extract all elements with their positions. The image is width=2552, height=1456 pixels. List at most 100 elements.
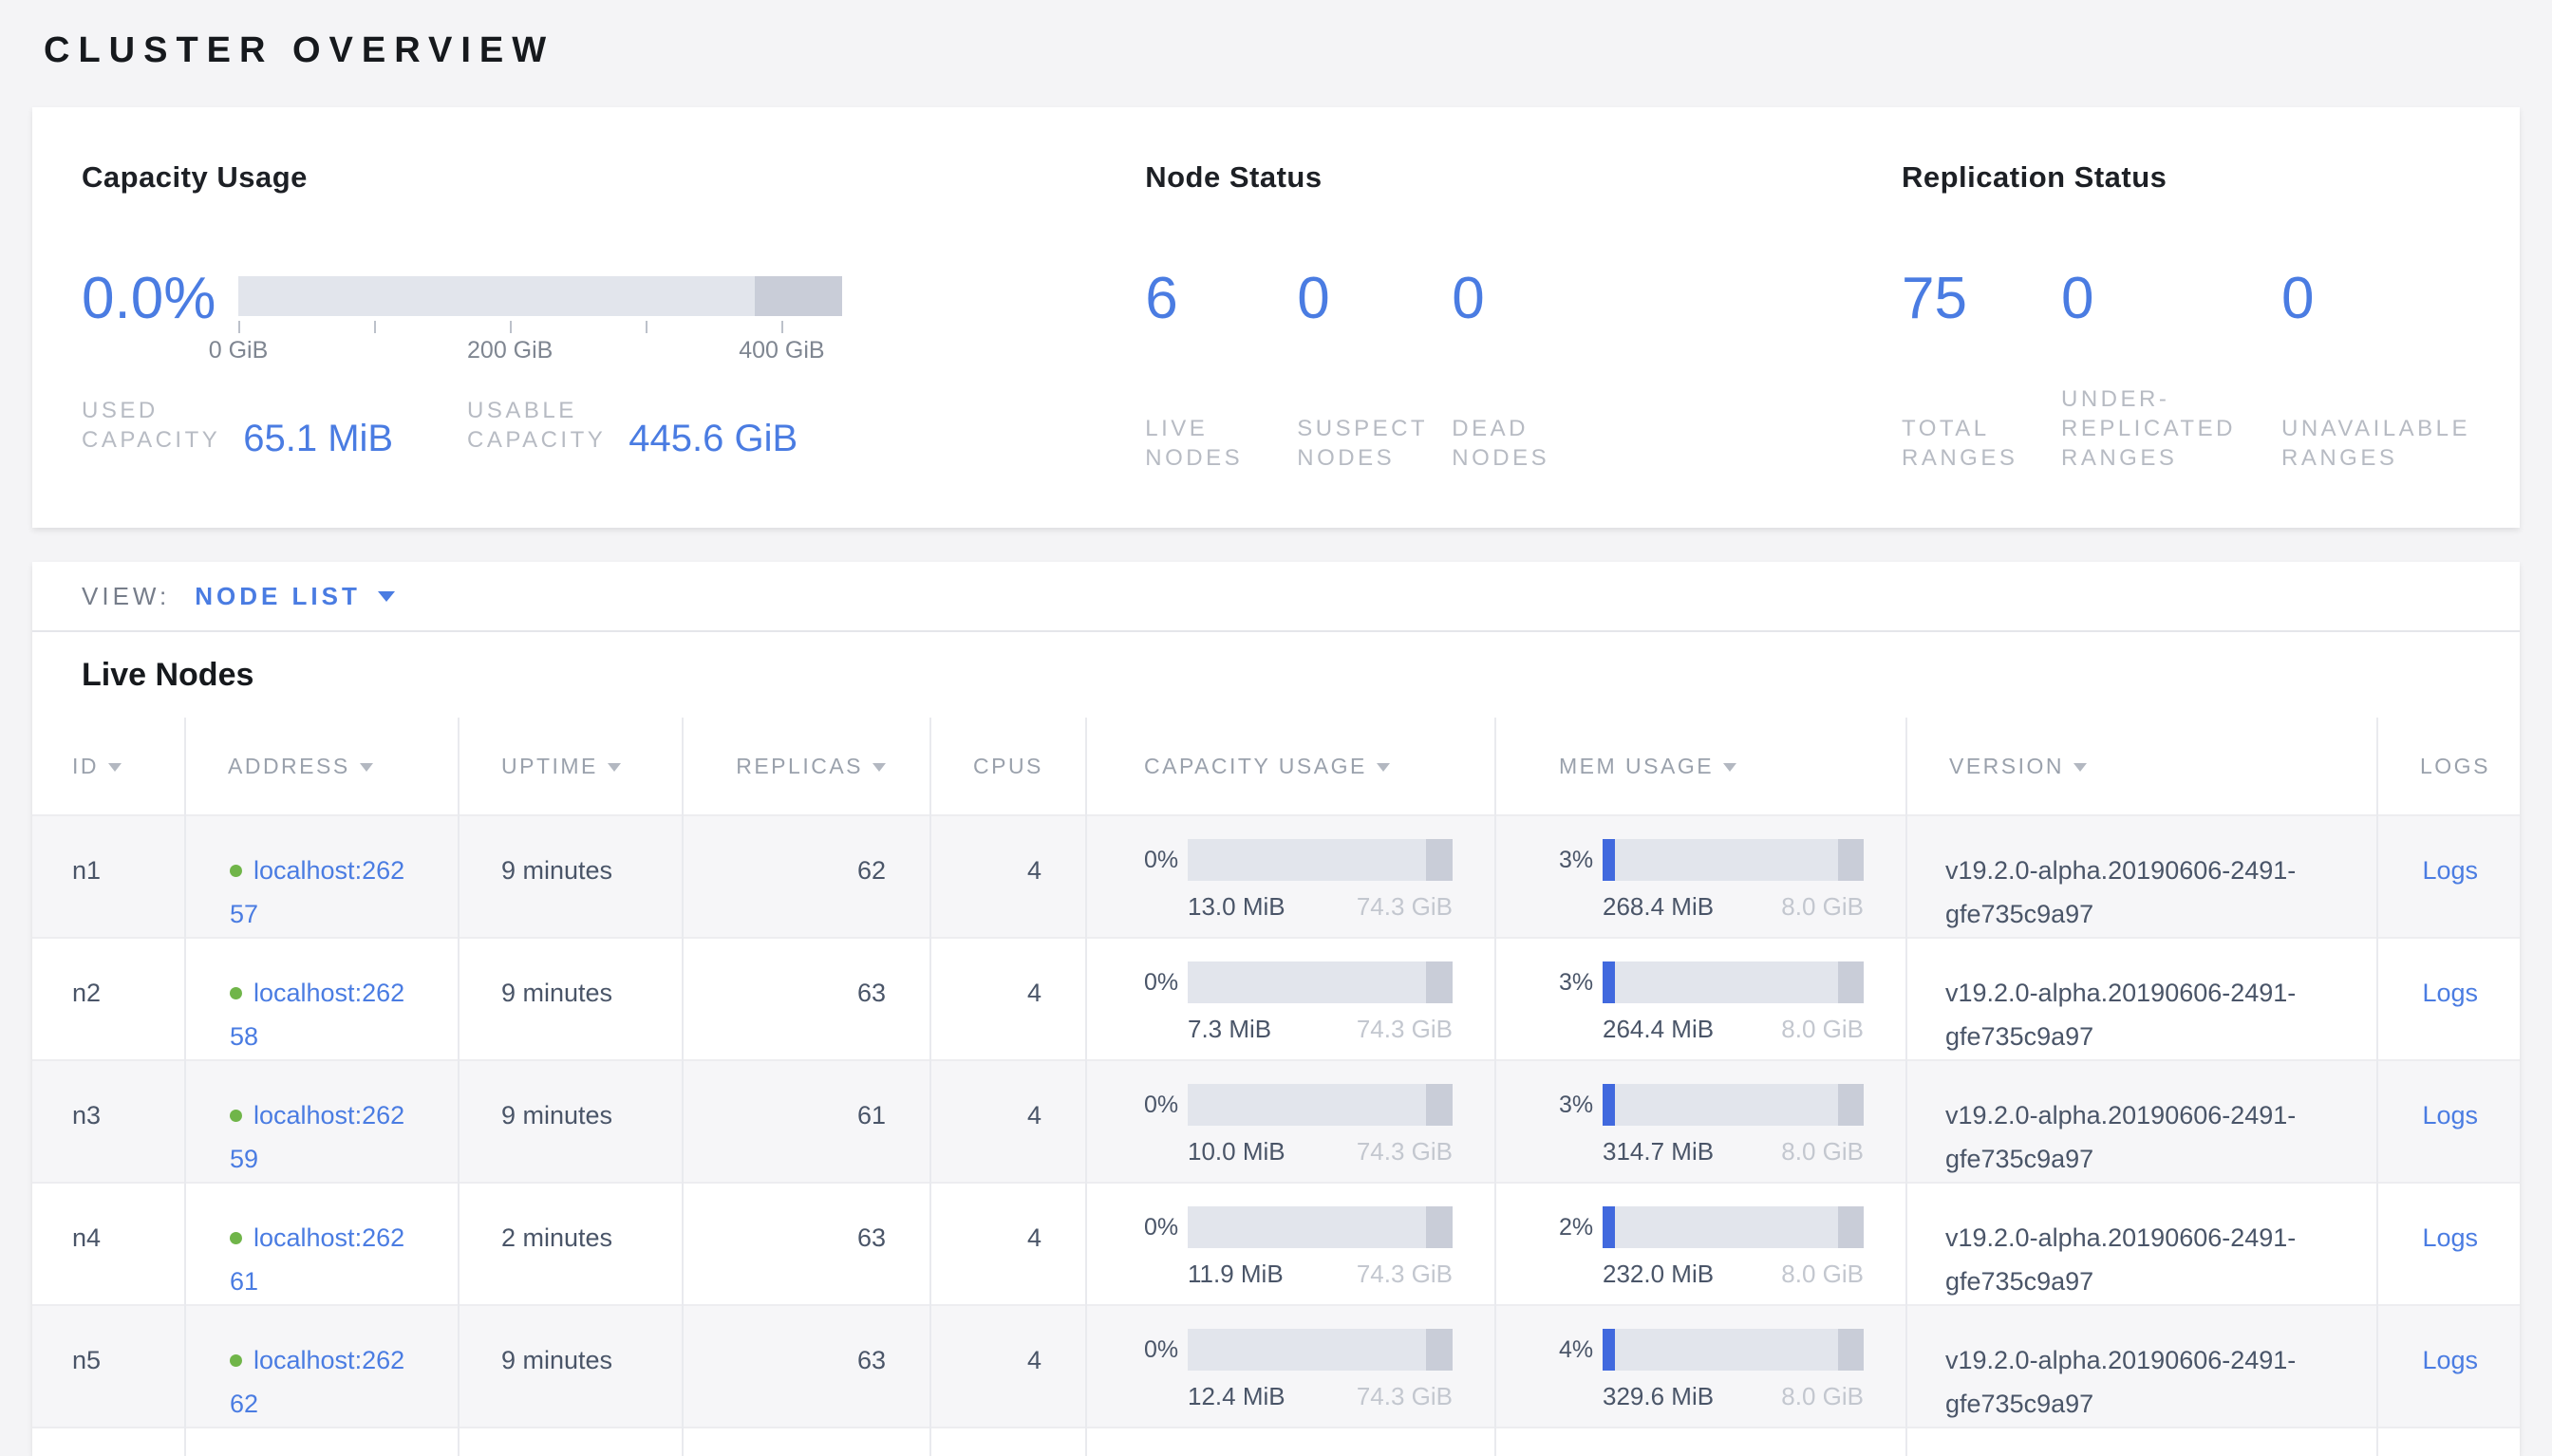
- used-capacity-label: USED CAPACITY: [82, 396, 220, 455]
- capacity-usage-cell: 0% 13.0 MiB74.3 GiB: [1086, 815, 1495, 938]
- mem-total-value: 8.0 GiB: [1781, 1013, 1864, 1045]
- partial-cell: [32, 1428, 185, 1456]
- node-version-cell: v19.2.0-alpha.20190606-2491- gfe735c9a97: [1906, 1060, 2377, 1183]
- mem-usage-cell: 3%268.4 MiB8.0 GiB: [1495, 815, 1906, 938]
- used-segment: [1603, 1084, 1615, 1126]
- live-status-icon: [230, 1110, 242, 1122]
- node-address-link[interactable]: localhost:262 61: [230, 1223, 404, 1296]
- under-replicated-ranges-stat: 0 UNDER- REPLICATED RANGES: [2061, 269, 2281, 473]
- node-id-cell: n5: [32, 1305, 185, 1428]
- mem-percent-label: 3%: [1559, 969, 1603, 997]
- capacity-usage-labels: 13.0 MiB74.3 GiB: [1188, 890, 1453, 923]
- capacity-percent-label: 0%: [1144, 1214, 1188, 1241]
- view-label: VIEW:: [82, 582, 170, 611]
- node-cpus-cell: 4: [930, 1060, 1086, 1183]
- column-header-mem-usage[interactable]: MEM USAGE: [1495, 718, 1906, 815]
- nodes-card: VIEW: NODE LIST Live Nodes ID ADDRESS UP…: [32, 562, 2520, 1456]
- node-replicas-cell: 63: [683, 1183, 930, 1305]
- column-header-version[interactable]: VERSION: [1906, 718, 2377, 815]
- usable-capacity-value: 445.6 GiB: [629, 422, 798, 455]
- node-address-link[interactable]: localhost:262 58: [230, 979, 404, 1051]
- capacity-used-value: 10.0 MiB: [1188, 1135, 1285, 1167]
- capacity-usage-labels: 10.0 MiB74.3 GiB: [1188, 1135, 1453, 1167]
- reserved-segment: [1838, 961, 1865, 1003]
- capacity-total-value: 74.3 GiB: [1357, 1380, 1453, 1412]
- capacity-usage-bar: [1188, 1329, 1453, 1371]
- column-header-address[interactable]: ADDRESS: [185, 718, 459, 815]
- capacity-usage-bar-row: 0%: [1144, 1329, 1453, 1371]
- usable-capacity-label: USABLE CAPACITY: [467, 396, 606, 455]
- reserved-segment: [1838, 1206, 1865, 1248]
- mem-usage-bar: [1603, 961, 1864, 1003]
- capacity-usage-bar-row: 0%: [1144, 839, 1453, 881]
- sort-caret-icon: [1377, 763, 1390, 772]
- node-logs-link[interactable]: Logs: [2422, 1101, 2478, 1129]
- column-header-replicas[interactable]: REPLICAS: [683, 718, 930, 815]
- under-replicated-ranges-value: 0: [2061, 269, 2281, 329]
- node-address: localhost:262 59: [230, 1101, 404, 1173]
- node-version-cell: v19.2.0-alpha.20190606-2491- gfe735c9a97: [1906, 815, 2377, 938]
- column-header-uptime[interactable]: UPTIME: [459, 718, 683, 815]
- dead-nodes-label: DEAD NODES: [1452, 414, 1549, 473]
- node-logs-link[interactable]: Logs: [2422, 856, 2478, 885]
- capacity-usage-section: Capacity Usage 0.0% 0 GiB200 GiB400 GiB …: [82, 153, 1145, 473]
- node-address-link[interactable]: localhost:262 62: [230, 1346, 404, 1418]
- view-selector[interactable]: NODE LIST: [195, 582, 395, 611]
- axis-tick: [646, 321, 647, 333]
- view-selector-value: NODE LIST: [195, 582, 361, 611]
- total-ranges-label: TOTAL RANGES: [1902, 414, 2017, 473]
- mem-usage-bar: [1603, 1084, 1864, 1126]
- used-capacity-value: 65.1 MiB: [243, 422, 393, 455]
- node-row-n4: n4localhost:262 612 minutes6340%11.9 MiB…: [32, 1183, 2520, 1305]
- mem-total-value: 8.0 GiB: [1781, 890, 1864, 923]
- capacity-usage-bar: [238, 276, 842, 316]
- node-status-stats: 6 LIVE NODES 0 SUSPECT NODES 0 DEAD NODE…: [1145, 269, 1902, 473]
- node-logs-link[interactable]: Logs: [2422, 979, 2478, 1007]
- unavailable-ranges-value: 0: [2281, 269, 2470, 329]
- sort-caret-icon: [1723, 763, 1736, 772]
- view-toolbar: VIEW: NODE LIST: [32, 562, 2520, 632]
- used-segment: [1603, 839, 1615, 881]
- mem-usage-labels: 232.0 MiB8.0 GiB: [1603, 1258, 1864, 1290]
- column-header-cpus: CPUS: [930, 718, 1086, 815]
- partial-cell: [683, 1428, 930, 1456]
- partial-cell: [459, 1428, 683, 1456]
- node-cpus-cell: 4: [930, 938, 1086, 1060]
- node-address: localhost:262 62: [230, 1346, 404, 1418]
- axis-tick: [510, 321, 512, 333]
- mem-used-value: 232.0 MiB: [1603, 1258, 1714, 1290]
- capacity-stats: USED CAPACITY 65.1 MiB USABLE CAPACITY 4…: [82, 396, 1145, 455]
- node-address: localhost:262 58: [230, 979, 404, 1051]
- node-address-cell: localhost:262 59: [185, 1060, 459, 1183]
- node-logs-link[interactable]: Logs: [2422, 1346, 2478, 1374]
- partial-cell: [185, 1428, 459, 1456]
- node-logs-link[interactable]: Logs: [2422, 1223, 2478, 1252]
- suspect-nodes-label: SUSPECT NODES: [1297, 414, 1428, 473]
- column-header-id[interactable]: ID: [32, 718, 185, 815]
- reserved-segment: [1426, 839, 1453, 881]
- column-header-capacity-usage[interactable]: CAPACITY USAGE: [1086, 718, 1495, 815]
- node-version-cell: v19.2.0-alpha.20190606-2491- gfe735c9a97: [1906, 938, 2377, 1060]
- capacity-usage-cell: 0%10.0 MiB74.3 GiB: [1086, 1060, 1495, 1183]
- node-address: localhost:262 57: [230, 856, 404, 928]
- total-ranges-stat: 75 TOTAL RANGES: [1902, 269, 2061, 473]
- capacity-axis-labels: 0 GiB200 GiB400 GiB: [238, 333, 842, 364]
- sort-caret-icon: [873, 763, 886, 772]
- node-address-link[interactable]: localhost:262 59: [230, 1101, 404, 1173]
- partial-cell: [1906, 1428, 2377, 1456]
- node-address-cell: localhost:262 58: [185, 938, 459, 1060]
- live-status-icon: [230, 987, 242, 999]
- partial-cell: [1495, 1428, 1906, 1456]
- mem-usage-bar-row: 3%: [1559, 961, 1864, 1003]
- capacity-used-value: 11.9 MiB: [1188, 1258, 1284, 1290]
- under-replicated-ranges-label: UNDER- REPLICATED RANGES: [2061, 384, 2236, 473]
- node-logs-cell: Logs: [2377, 1305, 2520, 1428]
- capacity-used-value: 12.4 MiB: [1188, 1380, 1285, 1412]
- capacity-usage-labels: 12.4 MiB 74.3 GiB: [1188, 1380, 1453, 1412]
- live-nodes-table: ID ADDRESS UPTIME REPLICAS CPUS CAPACITY…: [32, 718, 2520, 1456]
- mem-usage-labels: 264.4 MiB8.0 GiB: [1603, 1013, 1864, 1045]
- node-address-link[interactable]: localhost:262 57: [230, 856, 404, 928]
- node-row-n2: n2localhost:262 589 minutes6340%7.3 MiB7…: [32, 938, 2520, 1060]
- mem-percent-label: 4%: [1559, 1336, 1603, 1364]
- capacity-usage-bar-row: 0%: [1144, 961, 1453, 1003]
